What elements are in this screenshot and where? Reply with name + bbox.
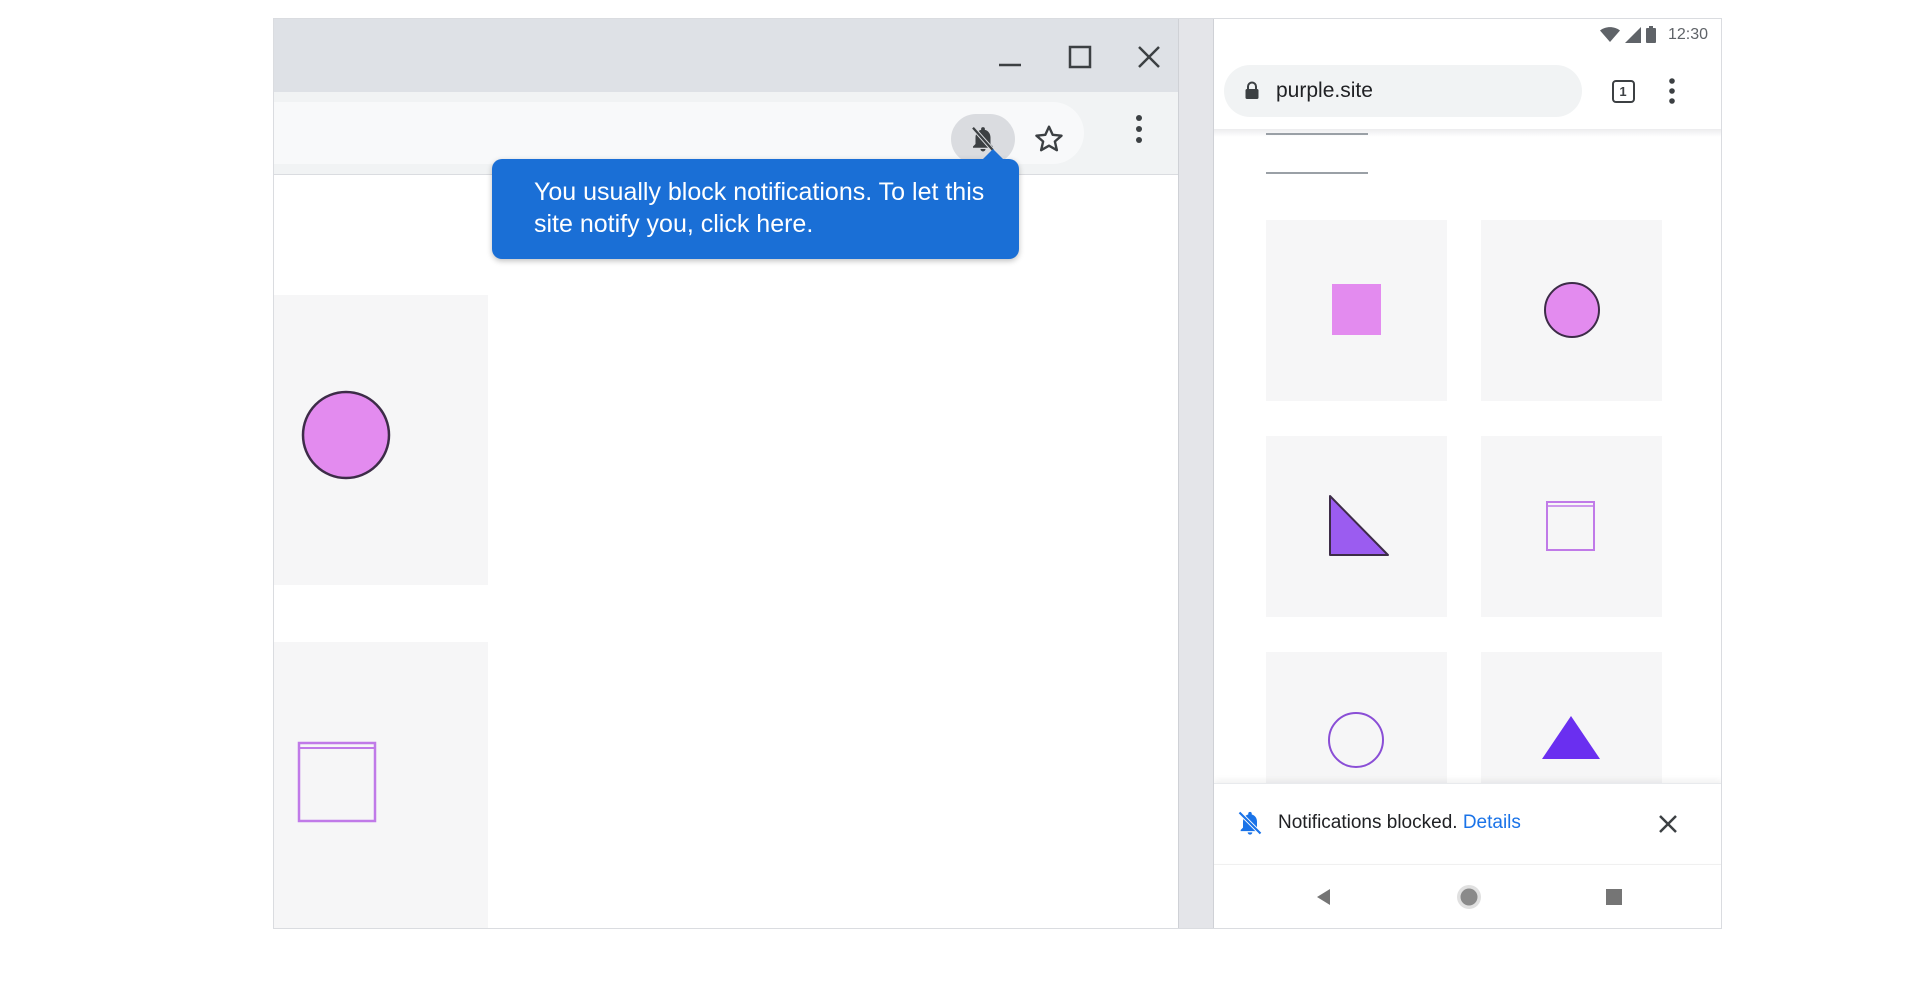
notifications-blocked-infobar: Notifications blocked. Details (1214, 783, 1721, 863)
split-screen-divider[interactable] (1178, 19, 1214, 928)
tab-count: 1 (1611, 79, 1635, 103)
mobile-url-text: purple.site (1276, 79, 1373, 102)
circle-tile[interactable] (1481, 220, 1662, 401)
hollow-square-shape (1546, 501, 1595, 551)
signal-icon (1625, 26, 1641, 43)
battery-icon (1646, 26, 1656, 43)
lock-icon (1245, 81, 1259, 99)
content-tile[interactable] (274, 295, 488, 585)
hollow-square-tile[interactable] (1481, 436, 1662, 617)
home-button[interactable] (1451, 879, 1487, 915)
more-vert-icon (1669, 78, 1675, 104)
hollow-square-shape (297, 741, 377, 823)
right-triangle-shape (1329, 495, 1389, 556)
status-icons (1600, 26, 1656, 43)
maximize-button[interactable] (1060, 37, 1100, 77)
close-icon (1659, 815, 1677, 833)
status-bar: 12:30 (1214, 19, 1721, 49)
title-bar (274, 19, 1178, 92)
infobar-message: Notifications blocked. Details (1278, 812, 1521, 834)
minimize-button[interactable] (990, 37, 1030, 77)
address-bar[interactable] (274, 102, 1084, 164)
mobile-url-bar[interactable]: purple.site (1224, 65, 1582, 117)
more-vert-icon (1136, 115, 1142, 143)
back-icon (1317, 889, 1330, 905)
home-icon (1457, 885, 1481, 909)
notification-prompt-bubble[interactable]: You usually block notifications. To let … (492, 149, 1019, 259)
mobile-menu-button[interactable] (1656, 75, 1688, 107)
star-icon (1035, 125, 1063, 152)
mobile-browser-window: 12:30 purple.site 1 Notifications blocke… (1214, 19, 1721, 928)
text-placeholder-line (1266, 172, 1368, 174)
tab-switcher-button[interactable]: 1 (1607, 75, 1639, 107)
browser-menu-button[interactable] (1114, 104, 1164, 154)
recents-icon (1606, 889, 1622, 905)
back-button[interactable] (1306, 879, 1342, 915)
bookmark-button[interactable] (1024, 114, 1074, 164)
circle-shape (1544, 282, 1600, 338)
bubble-text: You usually block notifications. To let … (534, 178, 985, 238)
text-placeholder-line (1266, 133, 1368, 135)
close-icon (1138, 46, 1160, 68)
screenshot-frame: You usually block notifications. To let … (273, 18, 1722, 929)
infobar-close-button[interactable] (1650, 806, 1686, 842)
circle-shape (301, 390, 391, 480)
wifi-icon (1600, 26, 1620, 42)
infobar-text: Notifications blocked. (1278, 812, 1458, 833)
desktop-browser-window: You usually block notifications. To let … (274, 19, 1178, 928)
android-nav-bar (1214, 864, 1721, 928)
close-button[interactable] (1129, 37, 1169, 77)
status-time: 12:30 (1667, 26, 1708, 43)
square-shape (1332, 284, 1381, 335)
content-tile[interactable] (274, 642, 488, 928)
square-tile[interactable] (1266, 220, 1447, 401)
recents-button[interactable] (1596, 879, 1632, 915)
bell-off-icon (1238, 811, 1262, 835)
minimize-icon (999, 63, 1021, 67)
details-link[interactable]: Details (1463, 812, 1521, 833)
bubble-arrow (982, 149, 1004, 160)
maximize-icon (1068, 45, 1092, 69)
triangle-tile[interactable] (1266, 436, 1447, 617)
